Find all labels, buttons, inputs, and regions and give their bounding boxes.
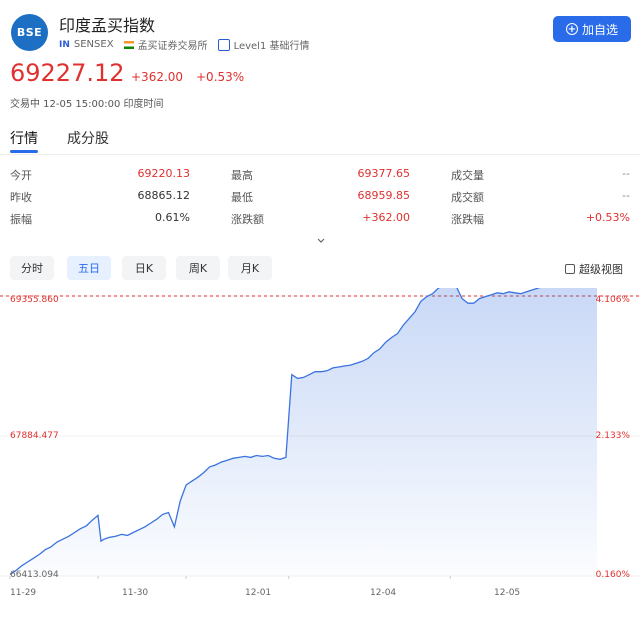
header: BSE 印度孟买指数 IN SENSEX 孟买证券交易所 Level1 基础行情… bbox=[0, 0, 640, 120]
stat-value: 69377.65 bbox=[357, 167, 411, 180]
tab-quote[interactable]: 行情 bbox=[10, 128, 38, 148]
active-tab-indicator bbox=[10, 150, 38, 153]
stat-value: +0.53% bbox=[585, 211, 630, 224]
tab-constituents[interactable]: 成分股 bbox=[67, 128, 109, 148]
stat-value: 68865.12 bbox=[137, 189, 191, 202]
stat-label: 最高 bbox=[231, 169, 253, 182]
current-price: 69227.12 bbox=[10, 59, 125, 87]
tab-five-day[interactable]: 五日 bbox=[67, 256, 111, 280]
x-axis-label: 12-05 bbox=[494, 588, 521, 598]
trading-status: 交易中 12-05 15:00:00 印度时间 bbox=[10, 99, 164, 110]
stat-label: 成交量 bbox=[451, 169, 484, 182]
stat-value: +362.00 bbox=[362, 211, 410, 224]
tab-intraday[interactable]: 分时 bbox=[10, 256, 54, 280]
stat-label: 涨跌额 bbox=[231, 213, 264, 226]
y-axis-label-mid: 67884.477 bbox=[10, 431, 59, 441]
stats-row: 昨收 68865.12 最低 68959.85 成交额 -- bbox=[0, 185, 640, 207]
add-watchlist-label: 加自选 bbox=[581, 22, 618, 37]
stat-label: 今开 bbox=[10, 169, 32, 182]
market-badge: IN bbox=[59, 39, 70, 50]
stat-label: 成交额 bbox=[451, 191, 484, 204]
tab-daily-k[interactable]: 日K bbox=[122, 256, 166, 280]
x-axis-label: 11-30 bbox=[122, 588, 149, 598]
price-area bbox=[10, 288, 597, 576]
stats-row: 振幅 0.61% 涨跌额 +362.00 涨跌幅 +0.53% bbox=[0, 207, 640, 229]
y-axis-pct-bottom: 0.160% bbox=[595, 570, 630, 580]
index-code: SENSEX bbox=[73, 39, 114, 50]
y-axis-label-bottom: 66413.094 bbox=[10, 570, 59, 580]
level-icon bbox=[217, 38, 230, 51]
plus-icon: + bbox=[565, 23, 578, 35]
add-watchlist-button[interactable]: + 加自选 bbox=[553, 16, 631, 42]
level-label: Level1 基础行情 bbox=[233, 41, 310, 52]
expand-chevron-icon[interactable] bbox=[316, 236, 326, 246]
index-meta: IN SENSEX 孟买证券交易所 Level1 基础行情 bbox=[59, 37, 310, 52]
x-axis-label: 12-01 bbox=[245, 588, 272, 598]
price-change-pct: +0.53% bbox=[196, 70, 245, 84]
five-day-chart[interactable] bbox=[0, 288, 640, 600]
x-axis-label: 12-04 bbox=[370, 588, 397, 598]
stat-value: 69220.13 bbox=[137, 167, 191, 180]
stat-label: 振幅 bbox=[10, 213, 32, 226]
price-change: +362.00 bbox=[131, 70, 184, 84]
bse-logo: BSE bbox=[11, 14, 48, 51]
stat-label: 昨收 bbox=[10, 191, 32, 204]
tab-weekly-k[interactable]: 周K bbox=[176, 256, 220, 280]
x-axis-label: 11-29 bbox=[10, 588, 37, 598]
stat-label: 涨跌幅 bbox=[451, 213, 484, 226]
stat-value: -- bbox=[622, 167, 630, 180]
tab-monthly-k[interactable]: 月K bbox=[228, 256, 272, 280]
stat-value: 0.61% bbox=[155, 211, 190, 224]
y-axis-label-top: 69355.860 bbox=[10, 295, 59, 305]
exchange-name: 孟买证券交易所 bbox=[137, 41, 208, 52]
index-title: 印度孟买指数 bbox=[59, 16, 156, 35]
stat-value: -- bbox=[622, 189, 630, 202]
stat-value: 68959.85 bbox=[357, 189, 411, 202]
india-flag-icon bbox=[123, 40, 134, 49]
super-chart-label: 超级视图 bbox=[579, 263, 623, 276]
stats-row: 今开 69220.13 最高 69377.65 成交量 -- bbox=[0, 163, 640, 185]
super-chart-button[interactable]: 超级视图 bbox=[565, 261, 623, 277]
y-axis-pct-mid: 2.133% bbox=[595, 431, 630, 441]
stat-label: 最低 bbox=[231, 191, 253, 204]
y-axis-pct-top: 4.106% bbox=[595, 295, 630, 305]
kline-tabs: 分时 五日 日K 周K 月K 超级视图 bbox=[0, 256, 640, 282]
expand-icon bbox=[565, 264, 575, 274]
main-tabs: 行情 成分股 bbox=[0, 124, 640, 155]
